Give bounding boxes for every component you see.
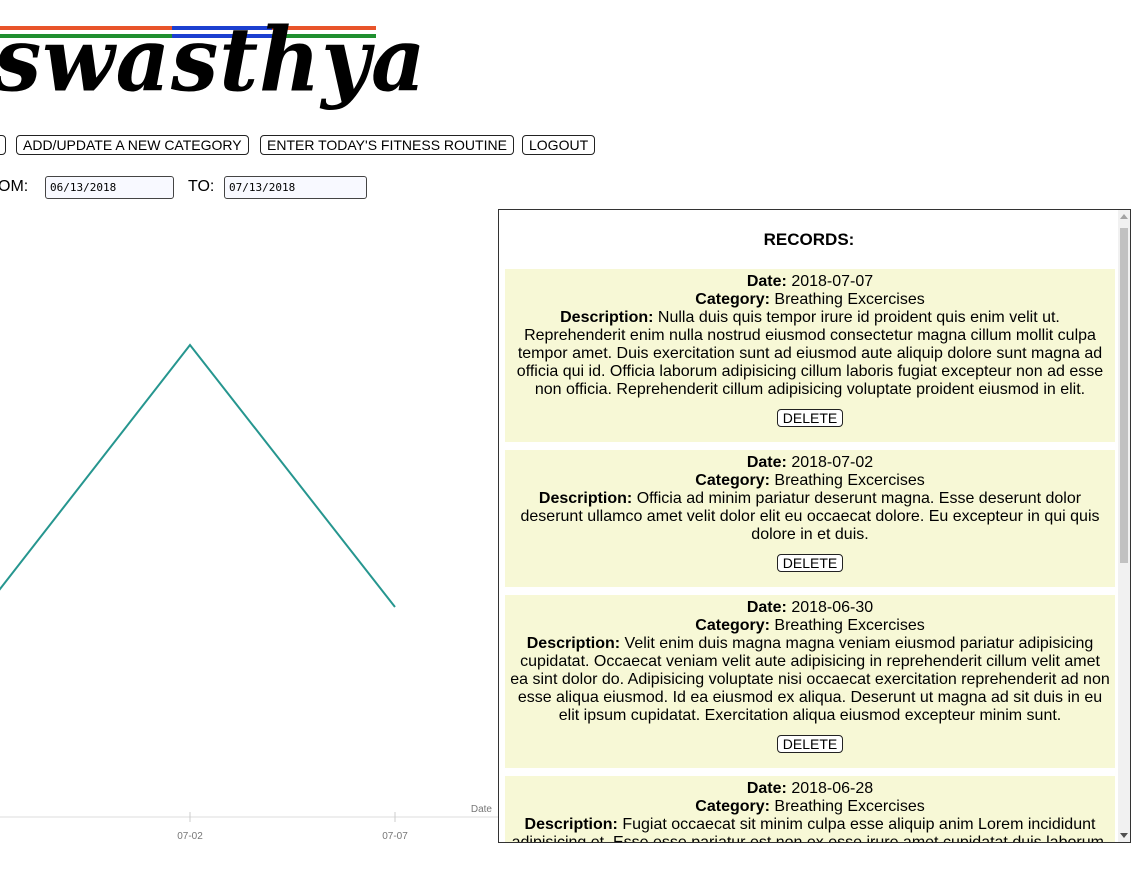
from-label: OM: (0, 178, 29, 195)
record-description: Description: Fugiat occaecat sit minim c… (511, 816, 1109, 843)
delete-button[interactable]: DELETE (776, 409, 844, 427)
x-tick-label: 07-02 (177, 831, 203, 842)
records-title: RECORDS: (763, 230, 855, 249)
logout-button[interactable]: LOGOUT (522, 135, 596, 155)
record-date: Date: 2018-06-28 (746, 780, 874, 797)
record-description: Description: Officia ad minim pariatur d… (520, 490, 1100, 543)
delete-button[interactable]: DELETE (776, 735, 844, 753)
to-label: TO: (188, 178, 215, 195)
record-category: Category: Breathing Excercises (695, 291, 925, 308)
nav-button-clipped[interactable] (0, 135, 6, 155)
record-card: Date: 2018-06-30 Category: Breathing Exce… (505, 595, 1115, 768)
records-scrollbar[interactable] (1118, 210, 1130, 842)
record-date: Date: 2018-07-02 (746, 454, 874, 471)
records-panel[interactable]: RECORDS: Date: 2018-07-07 Category: Breat… (498, 209, 1131, 843)
record-category: Category: Breathing Excercises (695, 472, 925, 489)
record-description: Description: Nulla duis quis tempor irur… (516, 309, 1104, 398)
scroll-down-icon[interactable] (1120, 833, 1128, 838)
x-tick-label: 07-07 (382, 831, 408, 842)
record-description: Description: Velit enim duis magna magna… (510, 635, 1110, 724)
record-date: Date: 2018-06-30 (746, 599, 874, 616)
to-date-input[interactable] (224, 176, 367, 199)
series-line (0, 343, 396, 608)
scrollbar-thumb[interactable] (1120, 228, 1128, 563)
add-update-category-button[interactable]: ADD/UPDATE A NEW CATEGORY (16, 135, 249, 155)
logo-text: swasthya (0, 7, 427, 112)
delete-button[interactable]: DELETE (776, 554, 844, 572)
record-date: Date: 2018-07-07 (746, 273, 874, 290)
x-axis-label: Date (471, 804, 493, 815)
record-card: Date: 2018-07-07 Category: Breathing Exce… (505, 269, 1115, 442)
record-card: Date: 2018-06-28 Category: Breathing Exce… (505, 776, 1115, 843)
line-chart-svg: 07-02 07-07 Date (0, 343, 500, 842)
record-category: Category: Breathing Excercises (695, 798, 925, 815)
from-date-input[interactable] (45, 176, 174, 199)
app-logo: swasthya (0, 0, 425, 125)
scroll-up-icon[interactable] (1120, 214, 1128, 219)
fitness-chart: 07-02 07-07 Date (0, 205, 500, 855)
record-card: Date: 2018-07-02 Category: Breathing Exce… (505, 450, 1115, 587)
record-category: Category: Breathing Excercises (695, 617, 925, 634)
enter-fitness-routine-button[interactable]: ENTER TODAY'S FITNESS ROUTINE (260, 135, 514, 155)
